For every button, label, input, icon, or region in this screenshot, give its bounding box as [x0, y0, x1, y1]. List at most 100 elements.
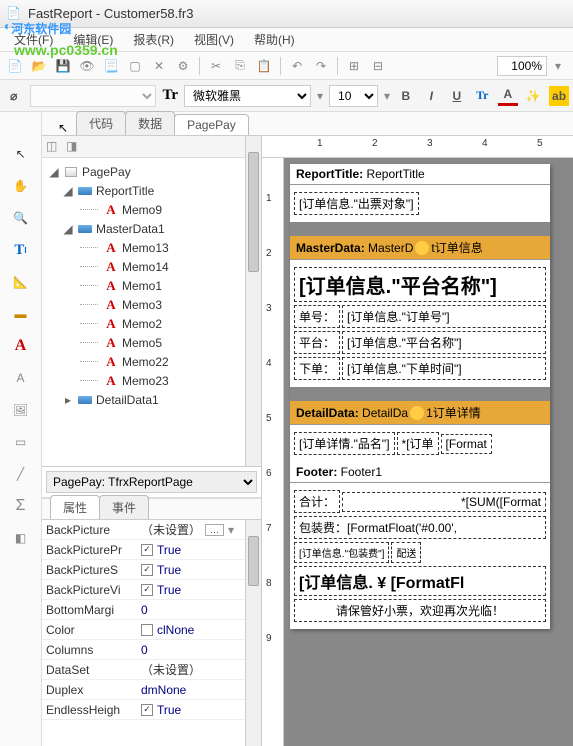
- prop-val[interactable]: 0: [137, 643, 261, 657]
- prop-val[interactable]: （未设置）: [137, 661, 261, 678]
- tree-memo14[interactable]: AMemo14: [44, 257, 259, 276]
- menu-view[interactable]: 视图(V): [186, 29, 242, 50]
- new-icon[interactable]: 📄: [4, 55, 26, 77]
- prop-val[interactable]: ✓True: [137, 543, 261, 557]
- memo-tool-icon[interactable]: A: [9, 334, 33, 358]
- tree-memo1[interactable]: AMemo1: [44, 276, 259, 295]
- sigma-tool-icon[interactable]: Σ: [9, 494, 33, 518]
- ellipsis-button[interactable]: …: [205, 524, 224, 536]
- tab-events[interactable]: 事件: [99, 495, 149, 519]
- picture-tool-icon[interactable]: 🖼: [9, 398, 33, 422]
- nostyle-icon[interactable]: ⌀: [4, 86, 24, 106]
- memo-box[interactable]: *[订单: [397, 432, 439, 455]
- fonttype-button[interactable]: Tr: [473, 86, 493, 106]
- memo-box[interactable]: 合计：: [294, 490, 340, 513]
- memo-box[interactable]: 平台：: [294, 331, 340, 354]
- tab-pagepay[interactable]: PagePay: [174, 114, 249, 135]
- other-tool-icon[interactable]: ◧: [9, 526, 33, 550]
- highlight-icon[interactable]: ✨: [524, 86, 544, 106]
- fontcolor-button[interactable]: A: [498, 86, 518, 106]
- tree-reporttitle[interactable]: ◢ReportTitle: [44, 181, 259, 200]
- font-size-select[interactable]: 10: [329, 85, 378, 107]
- tab-properties[interactable]: 属性: [50, 495, 100, 519]
- pagesettings-icon[interactable]: ⚙: [172, 55, 194, 77]
- memo-box[interactable]: [Format: [441, 434, 492, 454]
- prop-val[interactable]: ✓True: [137, 583, 261, 597]
- prop-val[interactable]: ✓True: [137, 703, 261, 717]
- memo-box[interactable]: 下单：: [294, 357, 340, 380]
- tree-tb2-icon[interactable]: ◨: [66, 139, 82, 155]
- prop-val[interactable]: dmNone: [137, 683, 261, 697]
- hand-tool-icon[interactable]: ✋: [9, 174, 33, 198]
- tree-memo9[interactable]: AMemo9: [44, 200, 259, 219]
- tab-data[interactable]: 数据: [125, 111, 175, 135]
- save-icon[interactable]: 💾: [52, 55, 74, 77]
- memo-box[interactable]: [订单信息."下单时间"]: [342, 357, 546, 380]
- underline-button[interactable]: U: [447, 86, 467, 106]
- tree-memo23[interactable]: AMemo23: [44, 371, 259, 390]
- zoom-tool-icon[interactable]: 🔍: [9, 206, 33, 230]
- tree-memo5[interactable]: AMemo5: [44, 333, 259, 352]
- open-icon[interactable]: 📂: [28, 55, 50, 77]
- font-select[interactable]: [30, 85, 157, 107]
- memo-box[interactable]: [订单信息. ¥ [FormatFl: [294, 566, 546, 596]
- preview-icon[interactable]: 👁: [76, 55, 98, 77]
- tree-scrollbar[interactable]: [245, 136, 261, 466]
- band-footer[interactable]: Footer: Footer1: [290, 462, 550, 483]
- zoom-dropdown-icon[interactable]: ▾: [547, 55, 569, 77]
- paste-icon[interactable]: 📋: [253, 55, 275, 77]
- select-tool-icon[interactable]: ↖: [9, 142, 33, 166]
- memo-box[interactable]: [订单信息."平台名称"]: [342, 331, 546, 354]
- menu-file[interactable]: 文件(F): [6, 29, 61, 50]
- bold-button[interactable]: B: [396, 86, 416, 106]
- memo-box[interactable]: [订单信息."出票对象"]: [294, 192, 419, 215]
- props-scrollbar[interactable]: [245, 520, 261, 746]
- delpage-icon[interactable]: ✕: [148, 55, 170, 77]
- copy-icon[interactable]: ⎘: [229, 55, 251, 77]
- band-masterdata[interactable]: MasterData: MasterDt订单信息: [290, 236, 550, 260]
- menu-report[interactable]: 报表(R): [125, 29, 182, 50]
- tree-memo2[interactable]: AMemo2: [44, 314, 259, 333]
- band-tool-icon[interactable]: ▬: [9, 302, 33, 326]
- prop-backpicture-val[interactable]: （未设置）…▾: [137, 521, 261, 538]
- redo-icon[interactable]: ↷: [310, 55, 332, 77]
- subreport-tool-icon[interactable]: ▭: [9, 430, 33, 454]
- group-icon[interactable]: ⊞: [343, 55, 365, 77]
- prop-val[interactable]: clNone: [137, 623, 261, 637]
- object-selector[interactable]: PagePay: TfrxReportPage: [46, 471, 257, 493]
- memo-box[interactable]: 单号：: [294, 305, 340, 328]
- memo-box[interactable]: 请保管好小票，欢迎再次光临！: [294, 599, 546, 622]
- tree-memo13[interactable]: AMemo13: [44, 238, 259, 257]
- zoom-input[interactable]: [497, 56, 547, 76]
- line-tool-icon[interactable]: ╱: [9, 462, 33, 486]
- undo-icon[interactable]: ↶: [286, 55, 308, 77]
- memo-box[interactable]: *[SUM([Format: [342, 492, 546, 512]
- format-tool-icon[interactable]: 📐: [9, 270, 33, 294]
- ungroup-icon[interactable]: ⊟: [367, 55, 389, 77]
- prop-val[interactable]: 0: [137, 603, 261, 617]
- menu-edit[interactable]: 编辑(E): [65, 29, 121, 50]
- tree-tb1-icon[interactable]: ◫: [46, 139, 62, 155]
- newdialog-icon[interactable]: ▢: [124, 55, 146, 77]
- font-name-select[interactable]: 微软雅黑: [184, 85, 311, 107]
- sysmemo-tool-icon[interactable]: A: [9, 366, 33, 390]
- prop-val[interactable]: ✓True: [137, 563, 261, 577]
- memo-box[interactable]: [订单信息."包装费"]: [294, 542, 389, 563]
- cut-icon[interactable]: ✂: [205, 55, 227, 77]
- italic-button[interactable]: I: [422, 86, 442, 106]
- tree-memo3[interactable]: AMemo3: [44, 295, 259, 314]
- memo-box[interactable]: [订单信息."订单号"]: [342, 305, 546, 328]
- tab-code[interactable]: 代码: [76, 111, 126, 135]
- pointer-icon[interactable]: ↖: [50, 121, 76, 135]
- design-page[interactable]: ReportTitle: ReportTitle [订单信息."出票对象"] M…: [290, 164, 550, 629]
- band-detaildata[interactable]: DetailData: DetailDa1订单详情: [290, 401, 550, 425]
- tree-pagepay[interactable]: ◢PagePay: [44, 162, 259, 181]
- text-tool-icon[interactable]: TI: [9, 238, 33, 262]
- tree-detaildata1[interactable]: ▸DetailData1: [44, 390, 259, 409]
- tree-masterdata1[interactable]: ◢MasterData1: [44, 219, 259, 238]
- memo-box[interactable]: [订单信息."平台名称"]: [294, 267, 546, 302]
- newpage-icon[interactable]: 📃: [100, 55, 122, 77]
- tree-memo22[interactable]: AMemo22: [44, 352, 259, 371]
- bgcolor-button[interactable]: ab: [549, 86, 569, 106]
- band-reporttitle[interactable]: ReportTitle: ReportTitle: [290, 164, 550, 185]
